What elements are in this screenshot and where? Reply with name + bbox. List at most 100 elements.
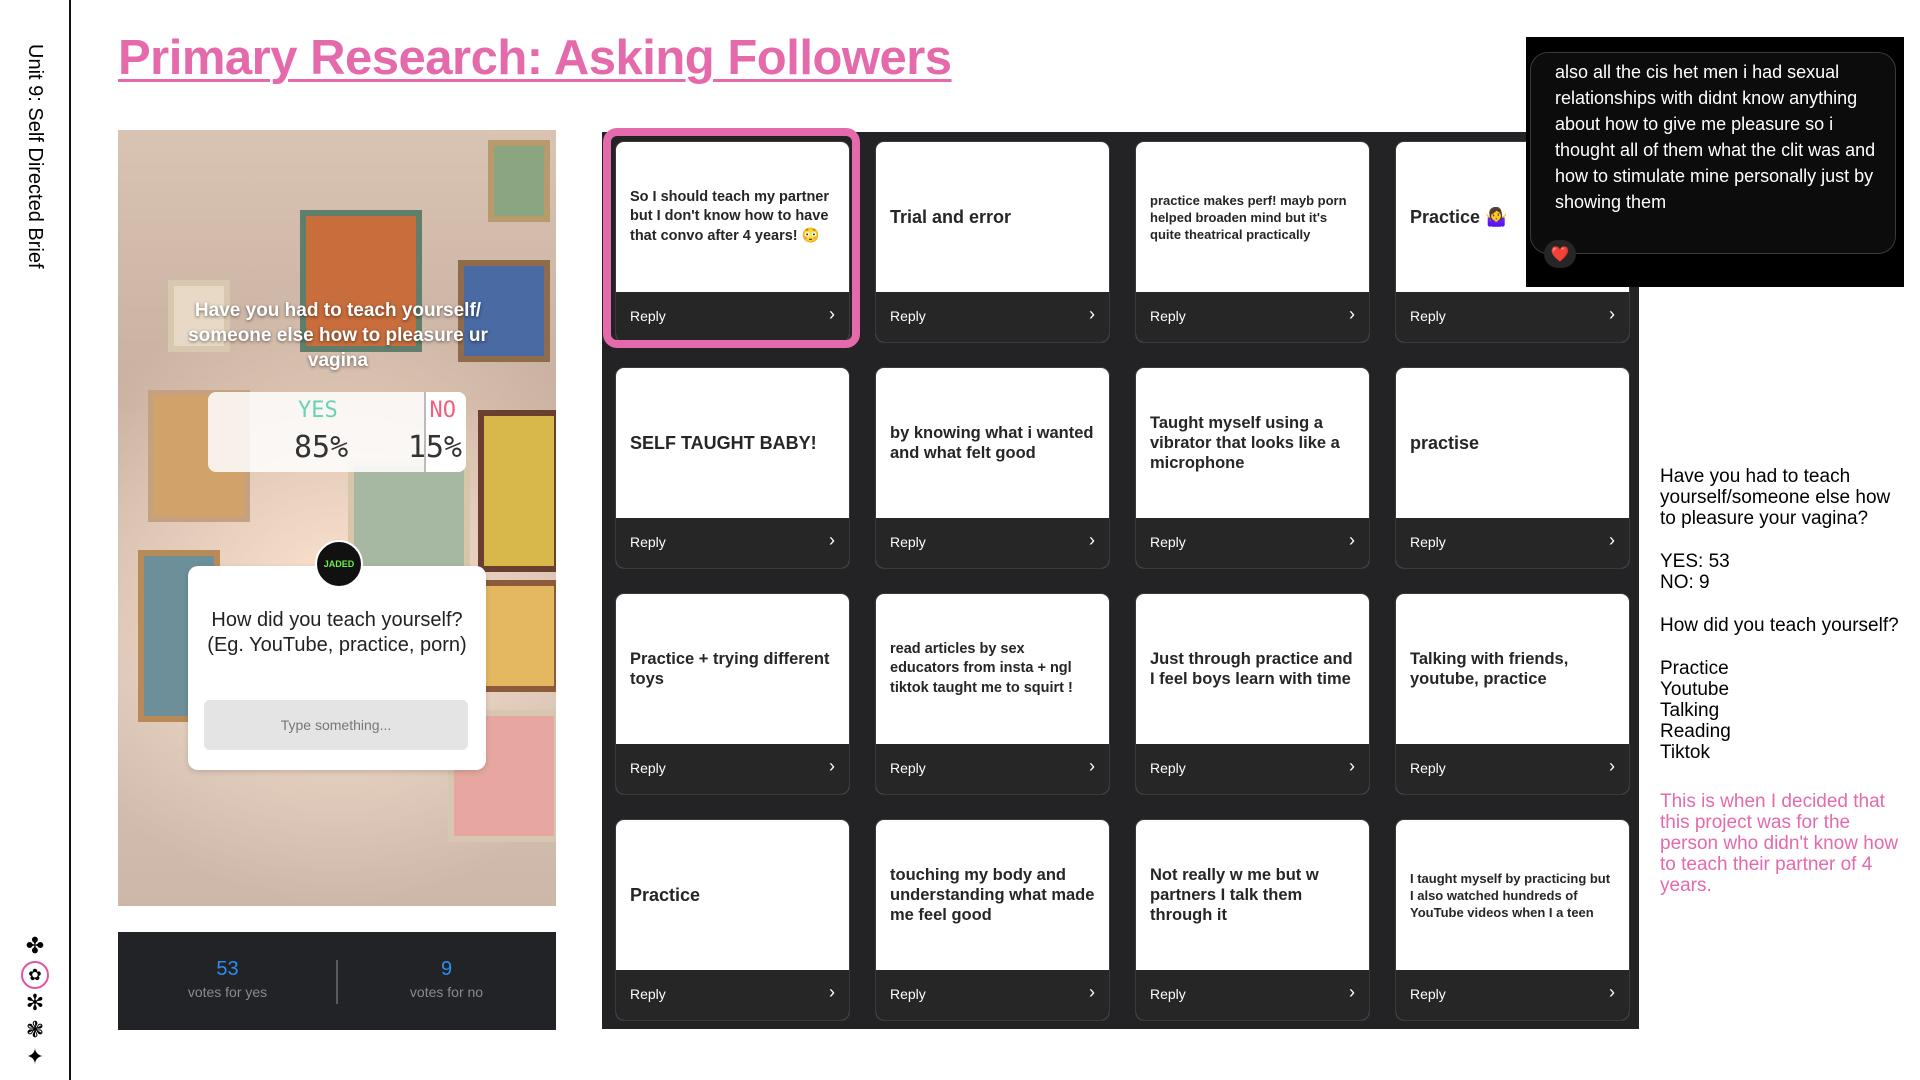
notes-conclusion: This is when I decided that this project… [1660, 791, 1899, 896]
response-card-body: Not really w me but w partners I talk th… [1150, 820, 1355, 970]
wall-frame [478, 410, 556, 572]
question-sticker[interactable]: How did you teach yourself? (Eg. YouTube… [188, 566, 486, 770]
poll-sticker[interactable]: YES NO 85% 15% [208, 392, 466, 472]
reply-label: Reply [1150, 534, 1186, 550]
response-card-body: Just through practice and I feel boys le… [1150, 594, 1355, 744]
response-card[interactable]: by knowing what i wanted and what felt g… [875, 367, 1110, 569]
heart-reaction-icon[interactable]: ❤️ [1544, 240, 1576, 268]
notes-question: Have you had to teach yourself/someone e… [1660, 466, 1891, 529]
reply-button[interactable]: Reply › [616, 970, 849, 1020]
chevron-right-icon: › [1089, 530, 1095, 550]
flower-icon: ✤ [25, 934, 45, 959]
reply-button[interactable]: Reply › [876, 744, 1109, 794]
reply-label: Reply [630, 986, 666, 1002]
response-card[interactable]: Not really w me but w partners I talk th… [1135, 819, 1370, 1021]
response-card-body: Practice + trying different toys [630, 594, 835, 744]
chevron-right-icon: › [829, 530, 835, 550]
response-text: read articles by sex educators from inst… [890, 640, 1073, 696]
dm-message-text: also all the cis het men i had sexual re… [1555, 62, 1876, 212]
response-card-body: Taught myself using a vibrator that look… [1150, 368, 1355, 518]
reply-button[interactable]: Reply › [1136, 970, 1369, 1020]
response-card-body: Talking with friends, youtube, practice [1410, 594, 1615, 744]
response-card[interactable]: Talking with friends, youtube, practice R… [1395, 593, 1630, 795]
dm-message-bubble: also all the cis het men i had sexual re… [1530, 52, 1896, 254]
chevron-right-icon: › [829, 756, 835, 776]
wall-frame [488, 140, 550, 222]
story-screenshot: Have you had to teach yourself/ someone … [118, 130, 556, 906]
chevron-right-icon: › [1089, 756, 1095, 776]
blossom-icon: ❃ [25, 1018, 45, 1043]
response-card[interactable]: read articles by sex educators from inst… [875, 593, 1110, 795]
vote-no: 9 votes for no [337, 958, 556, 1002]
flower-ring-icon: ✿ [21, 961, 49, 989]
chevron-right-icon: › [1609, 982, 1615, 1002]
reply-label: Reply [1410, 534, 1446, 550]
response-text: by knowing what i wanted and what felt g… [890, 424, 1094, 462]
vote-yes-count: 53 [216, 958, 239, 980]
reply-label: Reply [1410, 760, 1446, 776]
response-card-body: read articles by sex educators from inst… [890, 594, 1095, 744]
poll-yes-percent: 85% [294, 430, 349, 465]
reply-button[interactable]: Reply › [1136, 292, 1369, 342]
chevron-right-icon: › [1609, 304, 1615, 324]
notes-method: Reading [1660, 721, 1731, 742]
response-text: Taught myself using a vibrator that look… [1150, 414, 1340, 472]
reply-button[interactable]: Reply › [1136, 518, 1369, 568]
research-notes: Have you had to teach yourself/someone e… [1660, 466, 1910, 918]
reply-label: Reply [630, 760, 666, 776]
response-card[interactable]: Practice Reply › [615, 819, 850, 1021]
notes-methods: Practice Youtube Talking Reading Tiktok [1660, 658, 1910, 763]
response-text: Not really w me but w partners I talk th… [1150, 866, 1319, 924]
reply-button[interactable]: Reply › [616, 518, 849, 568]
chevron-right-icon: › [1089, 304, 1095, 324]
sidebar-divider [69, 0, 71, 1080]
vote-no-label: votes for no [409, 984, 484, 1000]
poll-no-label: NO [429, 398, 457, 423]
response-text: Talking with friends, youtube, practice [1410, 650, 1569, 688]
vote-yes: 53 votes for yes [118, 958, 337, 1002]
notes-method: Tiktok [1660, 742, 1710, 763]
response-text: Just through practice and I feel boys le… [1150, 650, 1353, 688]
reply-button[interactable]: Reply › [876, 970, 1109, 1020]
response-card[interactable]: touching my body and understanding what … [875, 819, 1110, 1021]
reply-button[interactable]: Reply › [1396, 292, 1629, 342]
response-card[interactable]: SELF TAUGHT BABY! Reply › [615, 367, 850, 569]
chevron-right-icon: › [1349, 756, 1355, 776]
response-card[interactable]: Practice + trying different toys Reply › [615, 593, 850, 795]
response-card[interactable]: Just through practice and I feel boys le… [1135, 593, 1370, 795]
page-title: Primary Research: Asking Followers [118, 31, 952, 85]
vote-no-count: 9 [440, 958, 453, 980]
poll-no-percent: 15% [407, 430, 462, 465]
unit-title: Unit 9: Self Directed Brief [24, 44, 46, 269]
response-text: Practice 🤷‍♀️ [1410, 207, 1508, 227]
notes-how: How did you teach yourself? [1660, 615, 1899, 636]
reply-button[interactable]: Reply › [1136, 744, 1369, 794]
chevron-right-icon: › [1349, 304, 1355, 324]
question-answer-input[interactable]: Type something... [204, 700, 468, 750]
reply-button[interactable]: Reply › [616, 744, 849, 794]
response-card[interactable]: I taught myself by practicing but I also… [1395, 819, 1630, 1021]
chevron-right-icon: › [1349, 982, 1355, 1002]
asterisk-icon: ✻ [25, 991, 45, 1016]
response-card[interactable]: practice makes perf! mayb porn helped br… [1135, 141, 1370, 343]
reply-label: Reply [1150, 308, 1186, 324]
reply-button[interactable]: Reply › [1396, 970, 1629, 1020]
reply-button[interactable]: Reply › [876, 292, 1109, 342]
response-card[interactable]: Taught myself using a vibrator that look… [1135, 367, 1370, 569]
reply-label: Reply [1410, 308, 1446, 324]
highlight-frame [603, 128, 860, 348]
chevron-right-icon: › [829, 982, 835, 1002]
response-text: SELF TAUGHT BABY! [630, 433, 817, 453]
reply-button[interactable]: Reply › [876, 518, 1109, 568]
reply-button[interactable]: Reply › [1396, 518, 1629, 568]
response-card-body: by knowing what i wanted and what felt g… [890, 368, 1095, 518]
question-sticker-text: How did you teach yourself? (Eg. YouTube… [207, 609, 467, 656]
reply-button[interactable]: Reply › [1396, 744, 1629, 794]
chevron-right-icon: › [1349, 530, 1355, 550]
star-icon: ✦ [25, 1045, 45, 1070]
reply-label: Reply [1150, 760, 1186, 776]
response-card[interactable]: Trial and error Reply › [875, 141, 1110, 343]
response-card[interactable]: practise Reply › [1395, 367, 1630, 569]
avatar: JADED [315, 540, 363, 588]
reply-label: Reply [630, 534, 666, 550]
